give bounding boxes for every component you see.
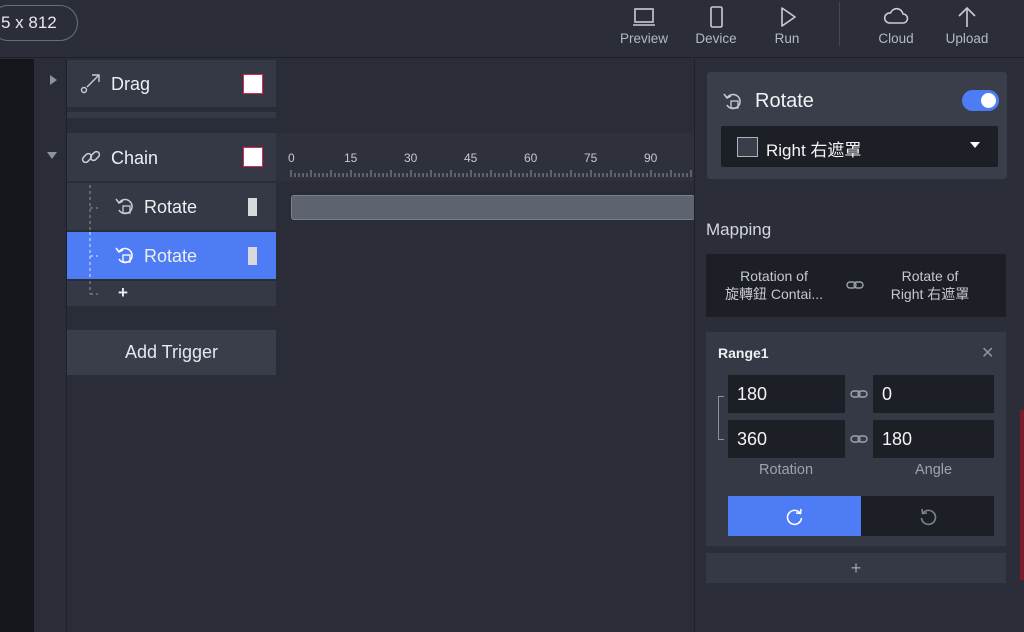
chain-color-swatch[interactable] — [243, 147, 263, 167]
add-trigger-label: Add Trigger — [124, 342, 219, 362]
play-icon — [781, 7, 796, 27]
tree-line — [89, 281, 98, 295]
upload-arrow-icon — [958, 6, 976, 27]
preview-label: Preview — [619, 31, 668, 46]
left-canvas-edge — [0, 59, 34, 632]
add-response-plus: + — [118, 283, 128, 302]
tree-line — [89, 185, 98, 230]
cloud-button[interactable]: Cloud — [866, 4, 926, 54]
add-trigger-button[interactable]: Add Trigger — [67, 330, 276, 375]
device-label: Device — [695, 31, 737, 46]
tick-label: 30 — [404, 151, 418, 165]
rotate-icon — [115, 198, 133, 215]
rotate-1-handle[interactable] — [248, 198, 257, 216]
mapping-target-line1: Rotate of — [901, 268, 959, 284]
add-response-row[interactable]: + — [67, 281, 276, 306]
rotate-counterclockwise-icon — [920, 508, 937, 526]
rotate-2-handle[interactable] — [248, 247, 257, 265]
rotate-2-label: Rotate — [144, 246, 198, 266]
rotate-1-label: Rotate — [144, 197, 198, 217]
drag-color-swatch[interactable] — [243, 74, 263, 94]
cloud-label: Cloud — [878, 31, 914, 46]
angle-end-input[interactable] — [873, 420, 994, 458]
device-button[interactable]: Device — [686, 4, 746, 54]
tick-label: 45 — [464, 151, 478, 165]
rotate-icon — [115, 247, 133, 264]
range-title: Range1 — [718, 345, 769, 361]
link-icon — [846, 281, 864, 289]
row-spacer — [67, 112, 276, 118]
laptop-icon — [633, 8, 655, 26]
add-range-plus: + — [850, 558, 862, 578]
drag-icon — [80, 74, 100, 94]
run-button[interactable]: Run — [757, 4, 817, 54]
range-bracket — [718, 396, 724, 440]
mapping-source-line1: Rotation of — [740, 268, 808, 284]
tick-label: 60 — [524, 151, 538, 165]
collapse-chain-icon[interactable] — [47, 152, 57, 159]
rotate-clockwise-icon — [786, 508, 803, 526]
chain-label: Chain — [111, 148, 159, 168]
tick-label: 0 — [288, 151, 295, 165]
layer-gutter — [34, 59, 67, 632]
cloud-icon — [883, 7, 909, 24]
canvas-size-label: 5 x 812 — [1, 13, 57, 32]
response-row-rotate-1[interactable]: Rotate — [67, 183, 276, 230]
canvas-size-display[interactable]: 5 x 812 — [0, 5, 78, 41]
ruler-ticks — [290, 170, 692, 177]
tick-label: 15 — [344, 151, 358, 165]
panel-title: Rotate — [755, 90, 814, 112]
angle-column-label: Angle — [915, 462, 953, 478]
chain-link-icon — [81, 150, 101, 164]
drag-label: Drag — [111, 74, 151, 94]
rotation-end-input[interactable] — [728, 420, 845, 458]
response-row-rotate-2[interactable]: Rotate — [67, 232, 276, 279]
mapping-source-line2: 旋轉鈕 Contai... — [724, 286, 824, 302]
rotation-start-input[interactable] — [728, 375, 845, 413]
tick-label: 75 — [584, 151, 598, 165]
target-layer-value: Right 右遮罩 — [766, 141, 862, 160]
tree-line — [89, 232, 98, 279]
timeline-ruler[interactable]: 0 15 30 45 60 75 90 — [276, 133, 694, 181]
rotation-column-label: Rotation — [759, 462, 814, 478]
edge-accent — [1020, 410, 1024, 580]
mapping-target-line2: Right 右遮罩 — [890, 286, 970, 302]
angle-start-input[interactable] — [873, 375, 994, 413]
mapping-title: Mapping — [706, 220, 772, 239]
link-icon — [850, 435, 868, 443]
upload-label: Upload — [945, 31, 989, 46]
rotate-icon — [723, 93, 741, 110]
preview-button[interactable]: Preview — [614, 4, 674, 54]
add-range-button[interactable]: + — [706, 553, 1006, 583]
enable-toggle[interactable] — [962, 90, 999, 111]
top-toolbar: 5 x 812 Preview Device Run Cloud Upload — [0, 0, 1024, 58]
timeline-bar[interactable] — [291, 195, 695, 220]
dropdown-caret-icon[interactable] — [970, 142, 980, 148]
upload-button[interactable]: Upload — [937, 4, 997, 54]
trigger-row-chain[interactable]: Chain — [67, 133, 276, 181]
counterclockwise-button[interactable] — [861, 496, 994, 536]
clockwise-button[interactable] — [728, 496, 861, 536]
expand-drag-icon[interactable] — [50, 75, 57, 85]
layer-thumbnail — [737, 137, 758, 157]
close-icon[interactable]: ✕ — [981, 343, 994, 363]
tick-label: 90 — [644, 151, 658, 165]
trigger-row-drag[interactable]: Drag — [67, 60, 276, 107]
phone-icon — [710, 6, 723, 28]
run-label: Run — [774, 31, 800, 46]
link-icon — [850, 390, 868, 398]
toolbar-divider — [839, 2, 840, 46]
